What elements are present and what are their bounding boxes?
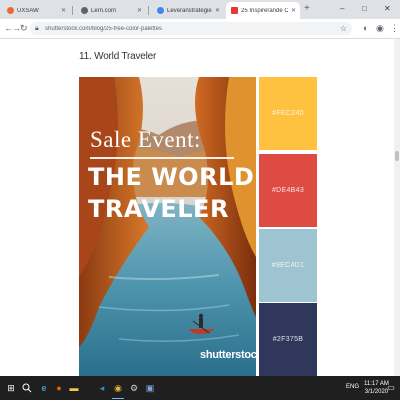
tab-lern[interactable]: Lern.com ✕ [76, 2, 146, 19]
minimize-button[interactable]: – [340, 3, 344, 15]
extension-icon[interactable]: ◐ [363, 23, 368, 33]
tab-favicon-icon [7, 7, 14, 14]
color-swatch-navy: #2F375B [259, 303, 317, 376]
tab-close-icon[interactable]: ✕ [291, 7, 296, 14]
lock-icon: 🔒︎ [35, 25, 39, 32]
title-divider [90, 157, 234, 159]
tab-title: UXSAW [17, 7, 39, 14]
tab-separator [72, 6, 73, 15]
tab-uxsaw[interactable]: UXSAW ✕ [2, 2, 70, 19]
windows-start-icon[interactable]: ⊞ [4, 381, 18, 395]
tab-favicon-icon [231, 7, 238, 14]
notification-icon[interactable]: ▭ [384, 381, 398, 395]
browser-tab-strip: UXSAW ✕ Lern.com ✕ Leveranstrategier dd … [0, 0, 400, 19]
vscode-icon[interactable]: ◂ [95, 381, 109, 395]
bookmark-star-icon[interactable]: ☆ [340, 24, 347, 33]
page-section-heading: 11. World Traveler [79, 51, 157, 62]
tab-close-icon[interactable]: ✕ [215, 7, 220, 14]
chrome-icon[interactable]: ◉ [111, 381, 125, 399]
tab-color-palettes[interactable]: 25 Inspirerande Color Palettes... ✕ [226, 2, 300, 19]
title-line-2: TRAVELER [88, 195, 229, 223]
file-explorer-icon[interactable]: ▬ [67, 381, 81, 395]
lake-photo-illustration [79, 77, 256, 376]
browser-menu-icon[interactable]: ⋮ [390, 23, 399, 33]
language-indicator[interactable]: ENG [346, 383, 359, 391]
windows-taskbar: ⊞ e ● ▬ ◂ ◉ ⚙ ▣ ENG 11:17 AM 3/1/2020 ▭ [0, 376, 400, 400]
url-text[interactable]: shutterstock.com/blog/25-free-color-pale… [45, 26, 162, 32]
tab-favicon-icon [157, 7, 164, 14]
profile-avatar-icon[interactable]: ◉ [376, 23, 384, 33]
swatch-hex-label: #FEC240 [272, 110, 304, 117]
close-window-button[interactable]: ✕ [384, 3, 391, 15]
page-viewport: 11. World Traveler Sale Event: THE WORLD… [0, 39, 394, 376]
color-swatch-red: #DE4B43 [259, 154, 317, 227]
new-tab-button[interactable]: + [304, 3, 310, 15]
title-line-1: THE WORLD [88, 163, 255, 191]
tab-close-icon[interactable]: ✕ [61, 7, 66, 14]
shutterstock-watermark: shutterstock [200, 349, 256, 361]
sale-event-text: Sale Event: [90, 127, 201, 152]
search-icon[interactable] [20, 381, 34, 395]
swatch-hex-label: #DE4B43 [271, 187, 305, 194]
scrollbar-thumb[interactable] [395, 151, 399, 161]
tab-google[interactable]: Leveranstrategier dd i Google... ✕ [152, 2, 224, 19]
page-scrollbar[interactable] [394, 39, 400, 376]
tab-close-icon[interactable]: ✕ [137, 7, 142, 14]
tab-title: Leveranstrategier dd i Google... [167, 7, 212, 14]
color-swatch-yellow: #FEC240 [259, 77, 317, 150]
tab-separator [148, 6, 149, 15]
tab-favicon-icon [81, 7, 88, 14]
browser-toolbar: ← → ↻ 🔒︎ shutterstock.com/blog/25-free-c… [0, 19, 400, 39]
swatch-hex-label: #2F375B [272, 336, 304, 343]
settings-icon[interactable]: ⚙ [127, 381, 141, 395]
world-traveler-image: Sale Event: THE WORLD TRAVELER shutterst… [79, 77, 256, 376]
color-swatch-light-blue: #9EC4D1 [259, 229, 317, 302]
tab-title: 25 Inspirerande Color Palettes... [241, 7, 288, 14]
tab-title: Lern.com [91, 7, 117, 14]
edge-icon[interactable]: e [37, 381, 51, 395]
address-bar[interactable]: 🔒︎ shutterstock.com/blog/25-free-color-p… [30, 22, 352, 35]
maximize-button[interactable]: □ [362, 3, 367, 15]
reload-button[interactable]: ↻ [20, 23, 28, 33]
app-icon[interactable]: ▣ [143, 381, 157, 395]
swatch-hex-label: #9EC4D1 [271, 262, 305, 269]
firefox-icon[interactable]: ● [52, 381, 66, 395]
